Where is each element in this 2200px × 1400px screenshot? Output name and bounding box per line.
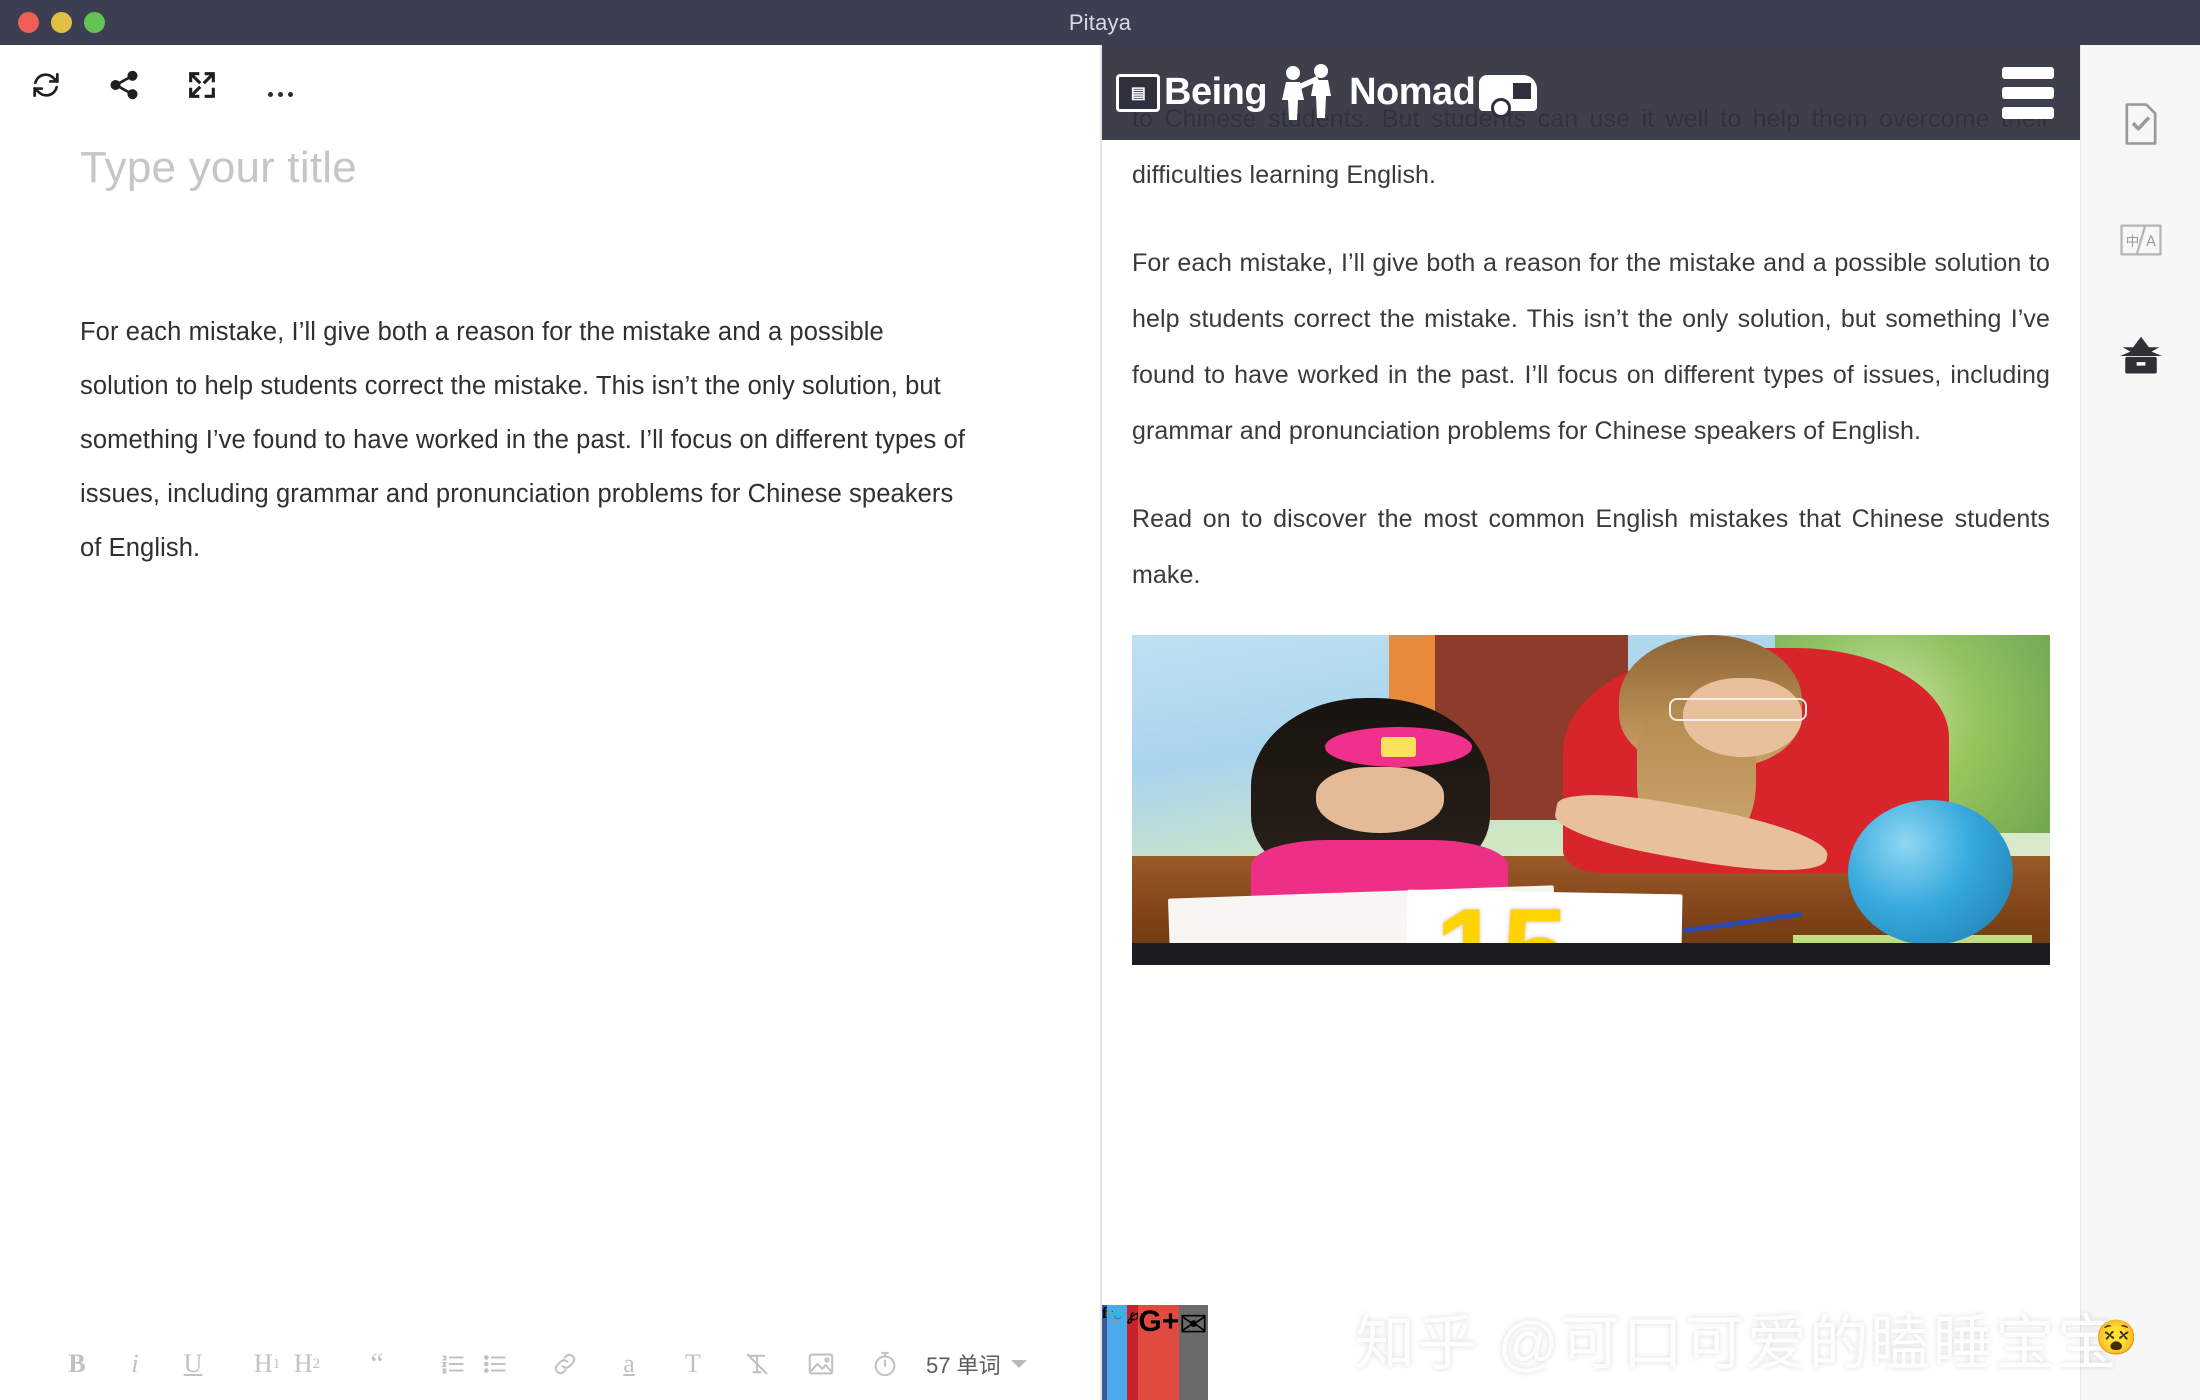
blockquote-button[interactable]: “: [362, 1340, 392, 1388]
fullscreen-icon[interactable]: [184, 67, 220, 103]
article-image: 15: [1132, 635, 2050, 965]
clear-format-icon[interactable]: [742, 1340, 772, 1388]
twitter-share-button[interactable]: 🐦: [1107, 1305, 1128, 1400]
heading2-sub: 2: [312, 1355, 321, 1372]
link-icon[interactable]: [550, 1340, 580, 1388]
ordered-list-icon[interactable]: [438, 1340, 468, 1388]
selected-text: For each mistake, I’ll give both a reaso…: [1132, 249, 2050, 445]
site-header: ▤ Being A Nomad: [1102, 45, 2080, 140]
translate-icon[interactable]: 中 A: [2118, 217, 2164, 263]
sync-icon[interactable]: [28, 67, 64, 103]
document-check-icon[interactable]: [2118, 101, 2164, 147]
underline-button[interactable]: U: [178, 1340, 208, 1388]
pinterest-share-button[interactable]: ℘: [1127, 1305, 1139, 1400]
family-icon: [1271, 62, 1345, 124]
heading2-label: H: [293, 1349, 313, 1378]
word-count-selector[interactable]: 57 单词: [926, 1348, 1027, 1380]
googleplus-share-button[interactable]: G+: [1138, 1305, 1180, 1400]
heading1-button[interactable]: H1: [252, 1340, 282, 1388]
paragraph-read-on: Read on to discover the most common Engl…: [1132, 505, 2050, 589]
image-icon[interactable]: [806, 1340, 836, 1388]
app-window: Pitaya Type your title For each mistake,…: [0, 0, 2200, 1400]
highlight-button[interactable]: a: [614, 1340, 644, 1388]
window-title: Pitaya: [1068, 10, 1132, 35]
minimize-button[interactable]: [51, 12, 72, 33]
close-button[interactable]: [18, 12, 39, 33]
more-icon[interactable]: [262, 67, 298, 103]
caravan-icon: [1479, 74, 1538, 118]
brand-word-1: Being: [1164, 71, 1268, 113]
editor-pane: Type your title For each mistake, I’ll g…: [0, 45, 1100, 1400]
social-share-bar: f 🐦 ℘ G+ ✉: [1102, 1305, 1922, 1400]
bullet-list-icon[interactable]: [480, 1340, 510, 1388]
maximize-button[interactable]: [84, 12, 105, 33]
hamburger-menu-icon[interactable]: [2002, 66, 2054, 119]
heading1-label: H: [253, 1349, 273, 1378]
brand-word-2: Nomad: [1349, 71, 1476, 113]
italic-button[interactable]: i: [120, 1340, 150, 1388]
formatting-toolbar: B i U H1 H2 “ a T 57 单词: [0, 1328, 1100, 1400]
document-title-placeholder[interactable]: Type your title: [80, 143, 1020, 193]
editor-toolbar: [0, 45, 1100, 125]
heading2-button[interactable]: H2: [292, 1340, 322, 1388]
bold-button[interactable]: B: [62, 1340, 92, 1388]
paragraph-selected: For each mistake, I’ll give both a reaso…: [1132, 235, 2050, 459]
site-logo[interactable]: ▤ Being A Nomad: [1116, 62, 1538, 124]
article-content: to Chinese students. But students can us…: [1102, 45, 2080, 965]
word-count-label: 57 单词: [926, 1353, 1001, 1378]
window-titlebar: Pitaya: [0, 0, 2200, 45]
heading1-sub: 1: [272, 1355, 281, 1372]
email-share-button[interactable]: ✉: [1179, 1305, 1208, 1400]
share-icon[interactable]: [106, 67, 142, 103]
svg-text:A: A: [2146, 234, 2156, 250]
chevron-down-icon: [1010, 1360, 1027, 1368]
text-style-button[interactable]: T: [678, 1340, 708, 1388]
right-sidebar: 中 A: [2080, 45, 2200, 1400]
timer-icon[interactable]: [870, 1340, 900, 1388]
svg-text:中: 中: [2125, 234, 2139, 250]
traffic-lights: [0, 12, 105, 33]
preview-pane: ▤ Being A Nomad: [1102, 45, 2080, 1400]
document-body[interactable]: For each mistake, I’ll give both a reaso…: [80, 305, 970, 575]
archive-box-icon[interactable]: [2118, 333, 2164, 379]
